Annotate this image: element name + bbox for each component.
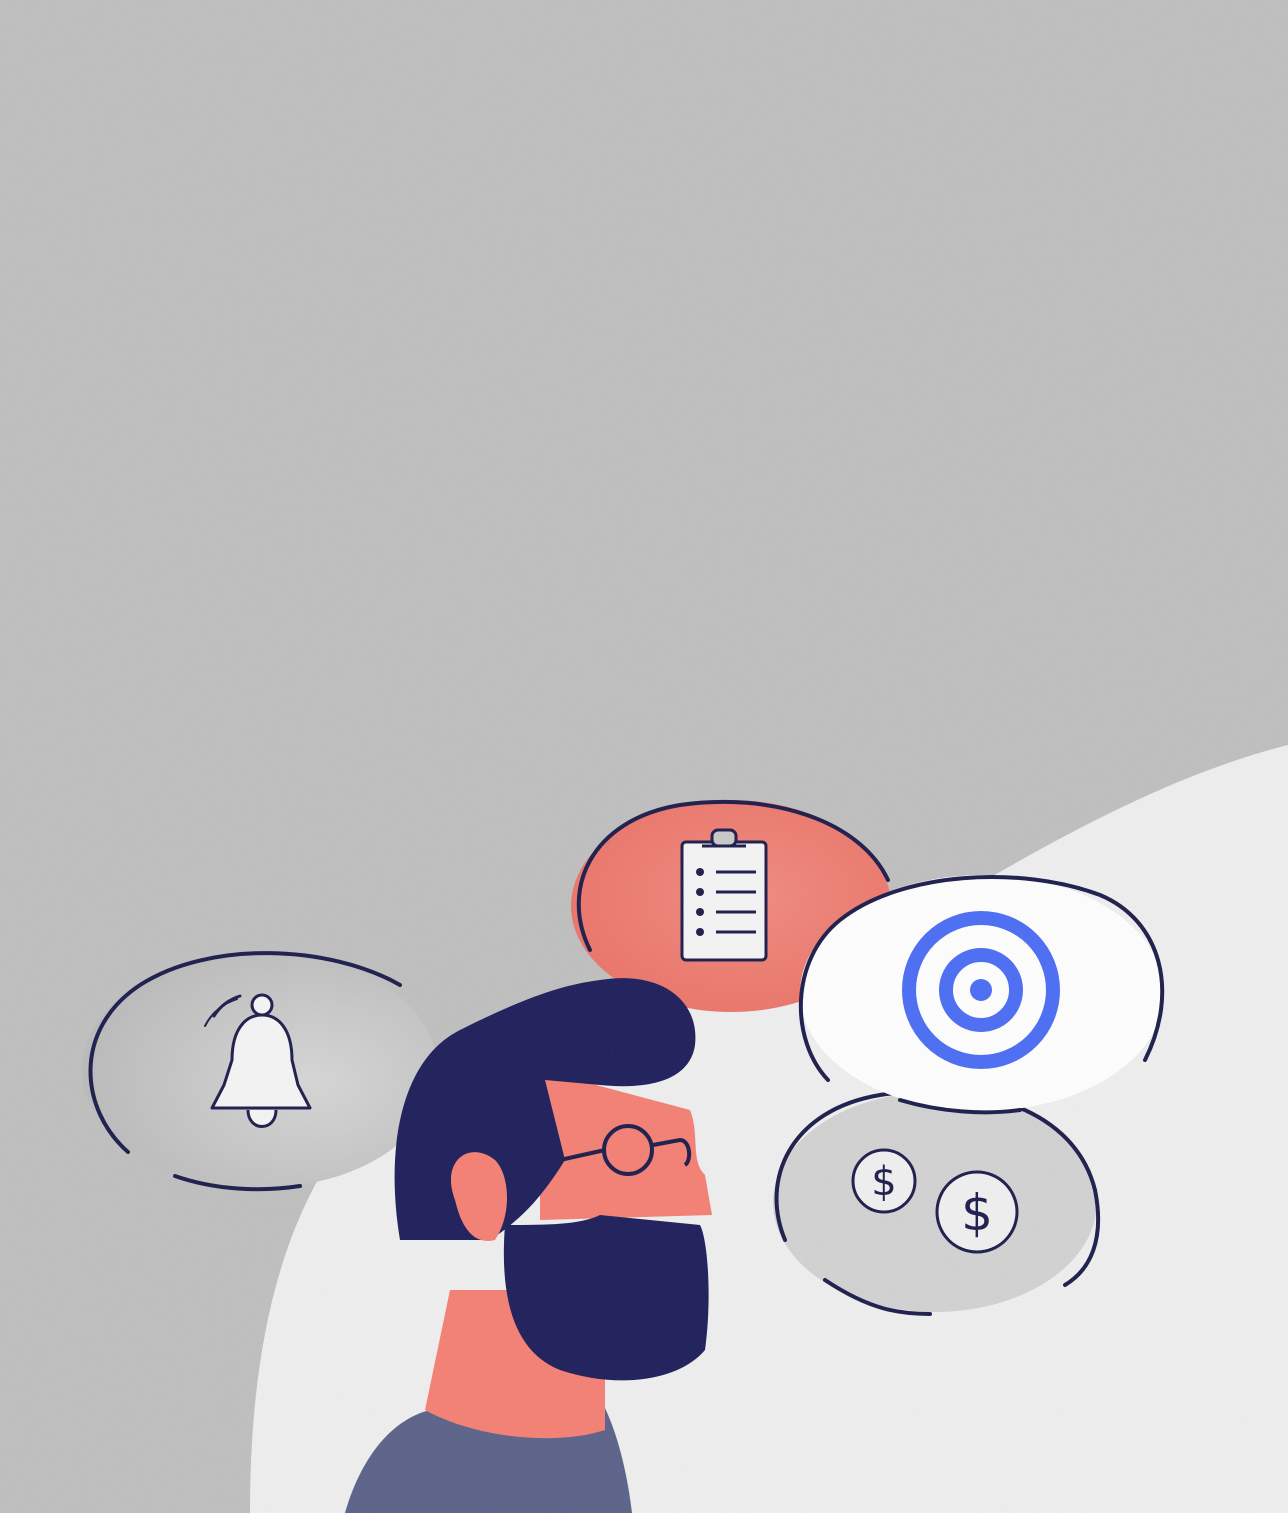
illustration: $ $ [0,0,1288,1513]
scene: $ $ [0,0,1288,1513]
